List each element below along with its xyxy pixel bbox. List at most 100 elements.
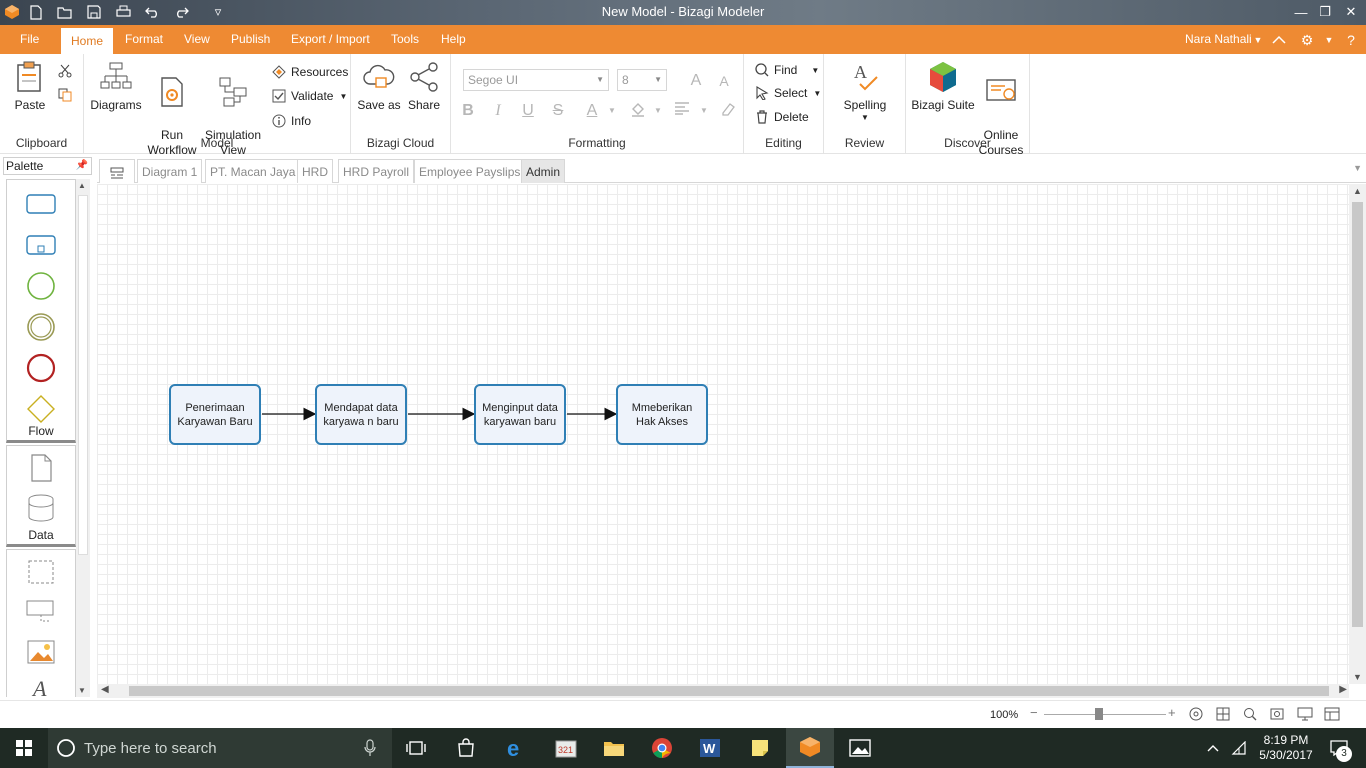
chrome-app[interactable] [638,728,686,768]
delete-button[interactable]: Delete [755,107,809,127]
help-question-icon[interactable]: ? [1342,31,1360,49]
palette-scroll-up-icon[interactable]: ▲ [78,181,86,190]
strikethrough-icon[interactable]: S [549,101,567,121]
zoom-slider-thumb[interactable] [1094,708,1103,720]
wifi-icon[interactable] [1228,728,1250,768]
menu-help[interactable]: Help [439,25,468,54]
task-shape-tool[interactable] [25,188,57,220]
share-button[interactable]: Share [403,60,445,113]
settings-gear-icon[interactable]: ⚙ [1298,31,1316,49]
tab-employee-payslips[interactable]: Employee Payslips [414,159,526,183]
menu-format[interactable]: Format [123,25,165,54]
group-tool[interactable] [25,556,57,588]
menu-file[interactable]: File [18,25,41,54]
select-button[interactable]: Select ▼ [755,83,821,103]
zoom-actual-size-icon[interactable] [1189,707,1203,724]
data-store-tool[interactable] [25,492,57,524]
data-object-tool[interactable] [25,452,57,484]
undo-icon[interactable] [142,3,162,21]
canvas-scroll-right-icon[interactable]: ▶ [1339,684,1347,695]
task-memberikan-hak-akses[interactable]: Mmeberikan Hak Akses [616,384,708,445]
font-size-select[interactable]: 8 ▼ [617,69,667,91]
paste-button[interactable]: Paste [8,60,52,113]
spelling-button[interactable]: A Spelling ▼ [838,60,892,123]
tab-pt-macan-jaya[interactable]: PT. Macan Jaya [205,159,301,183]
start-event-tool[interactable] [25,270,57,302]
tab-hrd[interactable]: HRD [297,159,333,183]
word-app[interactable]: W [686,728,734,768]
text-tool[interactable]: A [25,674,57,696]
gateway-tool[interactable] [25,393,57,425]
validate-button[interactable]: Validate ▼ [272,86,347,106]
canvas-vertical-scrollbar[interactable]: ▲ ▼ [1349,184,1366,684]
settings-dropdown-icon[interactable]: ▼ [1320,31,1338,49]
file-explorer-app[interactable] [590,728,638,768]
intermediate-event-tool[interactable] [25,311,57,343]
align-dropdown-icon[interactable]: ▼ [695,101,713,121]
customize-quick-access-icon[interactable]: ▿ [208,3,228,21]
menu-home[interactable]: Home [61,28,114,54]
diagrams-button[interactable]: Diagrams [90,60,142,113]
task-menginput-data-karyawan-baru[interactable]: Menginput data karyawan baru [474,384,566,445]
resources-button[interactable]: Resources [272,62,348,82]
canvas-scroll-down-icon[interactable]: ▼ [1353,672,1362,682]
pin-icon[interactable]: 📌 [76,158,88,174]
image-tool[interactable] [25,636,57,668]
cut-icon[interactable] [58,64,72,81]
print-icon[interactable] [113,3,133,21]
fill-color-dropdown-icon[interactable]: ▼ [649,101,667,121]
task-view-button[interactable] [392,728,440,768]
edge-app[interactable]: e [492,728,540,768]
annotation-tool[interactable] [25,596,57,628]
font-family-select[interactable]: Segoe UI ▼ [463,69,609,91]
menu-tools[interactable]: Tools [389,25,421,54]
user-name[interactable]: Nara Nathali [1185,25,1252,54]
save-as-button[interactable]: Save as [357,60,401,113]
italic-icon[interactable]: I [489,101,507,121]
fill-color-icon[interactable] [629,101,647,121]
menu-export-import[interactable]: Export / Import [289,25,372,54]
tab-hrd-payroll[interactable]: HRD Payroll [338,159,415,183]
clear-format-icon[interactable] [719,101,737,121]
font-color-icon[interactable]: A [583,101,601,121]
sticky-notes-app[interactable] [736,728,784,768]
canvas-vscroll-thumb[interactable] [1352,202,1363,627]
zoom-in-icon[interactable]: + [1168,705,1176,720]
calendar-321-app[interactable]: 321 [542,728,590,768]
save-icon[interactable] [84,3,104,21]
canvas-horizontal-scrollbar[interactable]: ◀ ▶ [97,684,1349,698]
redo-icon[interactable] [171,3,191,21]
zoom-slider[interactable] [1044,708,1166,720]
canvas-scroll-left-icon[interactable]: ◀ [101,684,109,695]
zoom-selection-icon[interactable] [1270,707,1284,724]
subprocess-shape-tool[interactable] [25,229,57,261]
zoom-out-icon[interactable]: − [1030,705,1038,720]
microphone-icon[interactable] [364,739,376,757]
diagram-overview-icon[interactable] [99,159,135,183]
bizagi-suite-button[interactable]: Bizagi Suite [910,60,976,113]
palette-scrollbar[interactable]: ▲ ▼ [76,179,90,697]
photos-app[interactable] [836,728,884,768]
copy-icon[interactable] [58,88,72,105]
menu-publish[interactable]: Publish [229,25,272,54]
font-color-dropdown-icon[interactable]: ▼ [603,101,621,121]
bizagi-modeler-app[interactable] [786,728,834,768]
new-file-icon[interactable] [26,3,46,21]
zoom-magnifier-icon[interactable] [1243,707,1257,724]
clock[interactable]: 8:19 PM 5/30/2017 [1252,728,1320,768]
store-app[interactable] [442,728,490,768]
start-button[interactable] [0,728,48,768]
palette-scroll-down-icon[interactable]: ▼ [78,686,86,695]
info-button[interactable]: Info [272,111,311,131]
presentation-icon[interactable] [1297,707,1313,724]
task-penerimaan-karyawan-baru[interactable]: Penerimaan Karyawan Baru [169,384,261,445]
find-button[interactable]: Find ▼ [755,60,819,80]
bold-icon[interactable]: B [459,101,477,121]
align-icon[interactable] [673,101,691,121]
tab-admin[interactable]: Admin [521,159,566,183]
shrink-font-icon[interactable]: A [715,71,733,91]
canvas-hscroll-thumb[interactable] [129,686,1329,696]
tabs-dropdown-icon[interactable]: ▼ [1353,163,1362,173]
task-mendapat-data-karyawan-baru[interactable]: Mendapat data karyawa n baru [315,384,407,445]
tab-diagram-1[interactable]: Diagram 1 [137,159,203,183]
